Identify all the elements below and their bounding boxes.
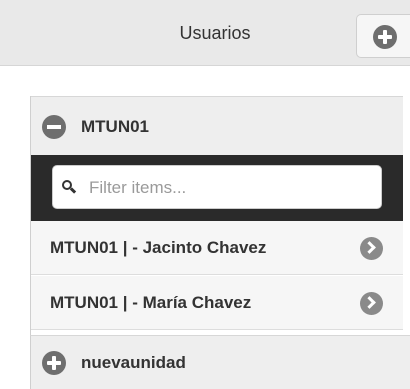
unit-header-mtun01[interactable]: MTUN01 bbox=[31, 96, 403, 155]
unit-title: MTUN01 bbox=[81, 117, 150, 136]
filter-bar: Filter items... bbox=[31, 155, 403, 221]
unit-header-nuevaunidad[interactable]: nuevaunidad bbox=[30, 335, 410, 389]
header-bar: Usuarios bbox=[0, 0, 410, 66]
chevron-right-circle-icon bbox=[360, 292, 383, 315]
plus-circle-icon bbox=[42, 351, 66, 375]
page-title: Usuarios bbox=[179, 23, 251, 43]
search-icon bbox=[62, 180, 77, 194]
filter-placeholder: Filter items... bbox=[89, 178, 187, 197]
filter-input[interactable]: Filter items... bbox=[52, 165, 382, 209]
list-item-label: MTUN01 | - Jacinto Chavez bbox=[50, 238, 267, 257]
chevron-right-circle-icon bbox=[360, 237, 383, 260]
minus-circle-icon bbox=[42, 115, 66, 139]
list-item-label: MTUN01 | - María Chavez bbox=[50, 293, 252, 312]
list-item[interactable]: MTUN01 | - María Chavez bbox=[31, 276, 403, 330]
add-user-button[interactable] bbox=[356, 14, 410, 58]
plus-circle-icon bbox=[373, 25, 397, 49]
app: Usuarios MTUN01 Filter items... MTUN01 |… bbox=[0, 0, 410, 389]
unit-title: nuevaunidad bbox=[81, 353, 186, 372]
list-item[interactable]: MTUN01 | - Jacinto Chavez bbox=[31, 221, 403, 275]
